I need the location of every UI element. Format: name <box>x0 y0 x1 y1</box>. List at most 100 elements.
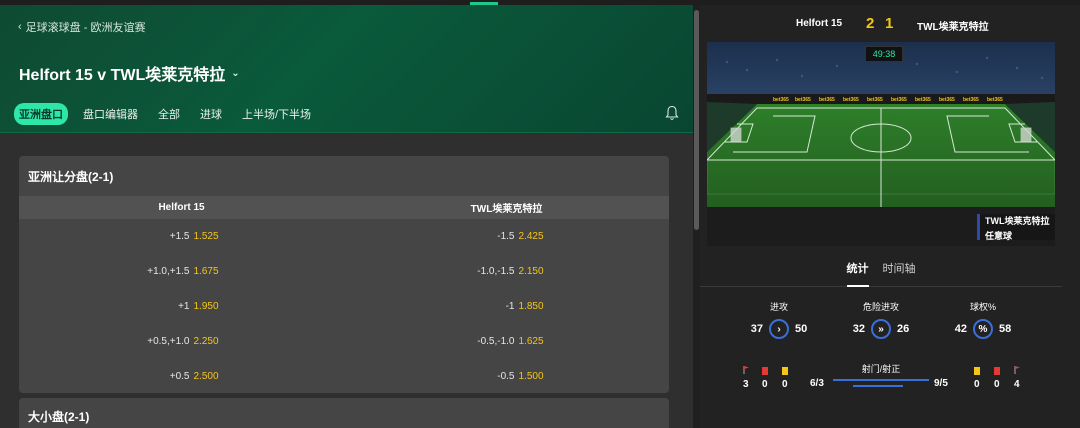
odds-row: +1.5 1.525 -1.5 2.425 <box>19 219 669 254</box>
panel-tabs: 统计 时间轴 <box>700 257 1062 287</box>
corner-flag-icon <box>1014 366 1020 374</box>
corner-flag-icon <box>743 366 749 374</box>
market-column-headers: Helfort 15 TWL埃莱克特拉 <box>19 196 669 219</box>
match-clock: 49:38 <box>865 46 903 62</box>
odds-value: 1.625 <box>518 336 544 347</box>
svg-text:bet365: bet365 <box>915 97 931 103</box>
home-red-cards: 0 <box>762 379 768 390</box>
live-panel: Helfort 15 2 1 TWL埃莱克特拉 bet365 bet365 be… <box>700 5 1080 428</box>
tab-all[interactable]: 全部 <box>153 103 185 125</box>
home-column-header: Helfort 15 <box>158 202 205 213</box>
stat-label: 危险进攻 <box>862 302 899 312</box>
away-odds-cell[interactable]: -1 1.850 <box>344 289 669 324</box>
tab-stats[interactable]: 统计 <box>846 257 869 287</box>
stat-home-value: 42 <box>954 323 967 335</box>
yellow-card-icon <box>782 367 788 375</box>
tab-timeline[interactable]: 时间轴 <box>883 257 916 286</box>
home-shots: 6/3 <box>810 378 824 389</box>
match-header: ‹ 足球滚球盘 - 欧洲友谊赛 Helfort 15 v TWL埃莱克特拉 ⌄ … <box>0 5 693 133</box>
svg-text:bet365: bet365 <box>891 97 907 103</box>
stat-attacks: 进攻 37 › 50 <box>734 300 824 339</box>
away-odds-cell[interactable]: -1.5 2.425 <box>344 219 669 254</box>
away-red-cards: 0 <box>994 379 1000 390</box>
away-score: 1 <box>885 15 894 32</box>
stat-possession: 球权% 42 % 58 <box>938 300 1028 339</box>
shots-bar <box>833 379 929 381</box>
away-odds-cell[interactable]: -0.5,-1.0 1.625 <box>344 324 669 359</box>
away-team-name: TWL埃莱克特拉 <box>917 22 989 33</box>
tab-halves[interactable]: 上半场/下半场 <box>237 103 316 125</box>
chevron-right-icon: › <box>769 319 789 339</box>
home-score: 2 <box>866 15 875 32</box>
away-shots: 9/5 <box>934 378 948 389</box>
odds-row: +1 1.950 -1 1.850 <box>19 289 669 324</box>
svg-text:bet365: bet365 <box>867 97 883 103</box>
chevron-down-icon: ⌄ <box>231 67 240 79</box>
app-root: ‹ 足球滚球盘 - 欧洲友谊赛 Helfort 15 v TWL埃莱克特拉 ⌄ … <box>0 0 1080 428</box>
market-asian-handicap: 亚洲让分盘(2-1) Helfort 15 TWL埃莱克特拉 +1.5 1.525… <box>19 156 669 393</box>
shots-label: 射门/射正 <box>861 364 901 374</box>
scrollbar[interactable] <box>693 5 700 428</box>
red-card-icon <box>762 367 768 375</box>
match-animation: bet365 bet365 bet365 bet365 bet365 bet365 bet3… <box>707 42 1055 246</box>
chevron-left-icon: ‹ <box>18 21 22 33</box>
svg-text:bet365: bet365 <box>987 97 1003 103</box>
handicap-line: -1.0,-1.5 <box>477 266 515 277</box>
market-over-under: 大小盘(2-1) <box>19 398 669 428</box>
home-yellow-cards: 0 <box>782 379 788 390</box>
stat-home-value: 32 <box>852 323 865 335</box>
odds-row: +0.5,+1.0 2.250 -0.5,-1.0 1.625 <box>19 324 669 359</box>
home-odds-cell[interactable]: +0.5,+1.0 2.250 <box>19 324 344 359</box>
odds-value: 1.675 <box>193 266 219 277</box>
match-title[interactable]: Helfort 15 v TWL埃莱克特拉 ⌄ <box>19 61 240 85</box>
market-title[interactable]: 亚洲让分盘(2-1) <box>19 156 669 196</box>
home-team-name: Helfort 15 <box>796 18 843 29</box>
tab-asian-lines[interactable]: 亚洲盘口 <box>14 103 68 125</box>
svg-text:bet365: bet365 <box>773 97 789 103</box>
home-odds-cell[interactable]: +0.5 2.500 <box>19 359 344 393</box>
tab-goals[interactable]: 进球 <box>195 103 227 125</box>
home-odds-cell[interactable]: +1.0,+1.5 1.675 <box>19 254 344 289</box>
match-title-text: Helfort 15 v TWL埃莱克特拉 <box>19 67 226 84</box>
breadcrumb[interactable]: ‹ 足球滚球盘 - 欧洲友谊赛 <box>18 19 145 35</box>
stat-home-value: 37 <box>750 323 763 335</box>
away-column-header: TWL埃莱克特拉 <box>470 204 543 215</box>
home-odds-cell[interactable]: +1 1.950 <box>19 289 344 324</box>
shots-on-target-bar <box>853 385 903 387</box>
event-overlay: TWL埃莱克特拉 任意球 <box>977 214 1055 241</box>
handicap-line: +1.5 <box>169 231 190 242</box>
bell-icon[interactable] <box>665 105 679 121</box>
handicap-line: -0.5 <box>497 371 515 382</box>
svg-text:bet365: bet365 <box>963 97 979 103</box>
odds-row: +1.0,+1.5 1.675 -1.0,-1.5 2.150 <box>19 254 669 289</box>
red-card-icon <box>994 367 1000 375</box>
stat-away-value: 58 <box>999 323 1012 335</box>
odds-value: 2.250 <box>193 336 219 347</box>
percent-icon: % <box>973 319 993 339</box>
stat-label: 球权% <box>969 302 996 312</box>
event-team: TWL埃莱克特拉 <box>985 216 1050 226</box>
bottom-stats: 3 0 0 6/3 射门/射正 9/5 0 0 4 <box>700 362 1080 402</box>
away-corners: 4 <box>1014 379 1020 390</box>
handicap-line: +1.0,+1.5 <box>147 266 190 277</box>
stat-label: 进攻 <box>769 302 788 312</box>
odds-row: +0.5 2.500 -0.5 1.500 <box>19 359 669 393</box>
away-odds-cell[interactable]: -0.5 1.500 <box>344 359 669 393</box>
svg-text:bet365: bet365 <box>843 97 859 103</box>
double-chevron-icon: » <box>871 319 891 339</box>
handicap-line: +0.5,+1.0 <box>147 336 190 347</box>
breadcrumb-text: 足球滚球盘 - 欧洲友谊赛 <box>25 22 146 34</box>
odds-value: 2.500 <box>193 371 219 382</box>
home-odds-cell[interactable]: +1.5 1.525 <box>19 219 344 254</box>
market-title[interactable]: 大小盘(2-1) <box>19 398 669 428</box>
odds-value: 2.150 <box>518 266 544 277</box>
handicap-line: +0.5 <box>169 371 190 382</box>
scrollbar-thumb[interactable] <box>694 10 699 230</box>
svg-text:bet365: bet365 <box>939 97 955 103</box>
odds-value: 1.850 <box>518 301 544 312</box>
away-odds-cell[interactable]: -1.0,-1.5 2.150 <box>344 254 669 289</box>
home-corners: 3 <box>743 379 749 390</box>
tab-bet-builder[interactable]: 盘口编辑器 <box>78 103 143 125</box>
odds-value: 1.525 <box>193 231 219 242</box>
handicap-line: -1 <box>505 301 515 312</box>
